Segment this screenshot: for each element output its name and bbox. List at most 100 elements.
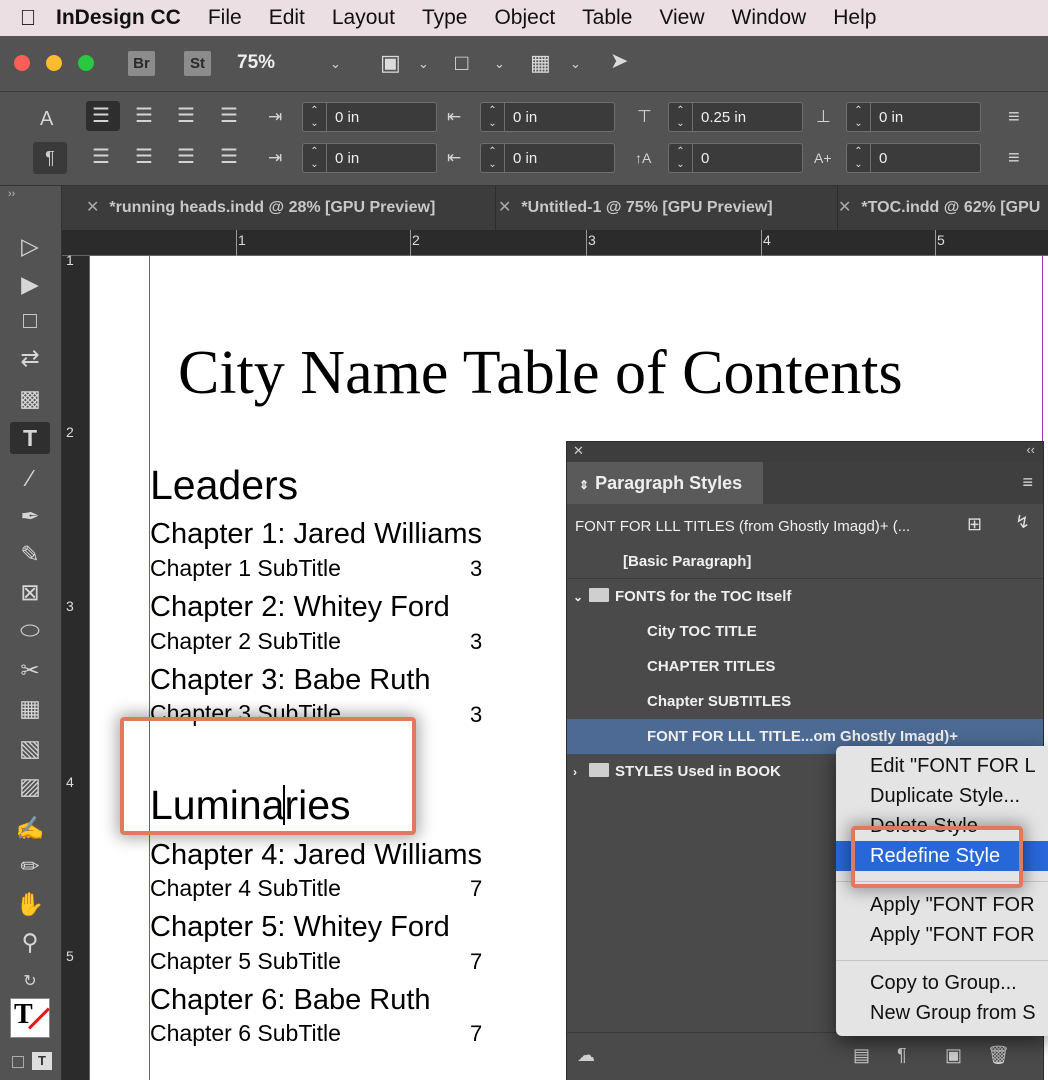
close-window-button[interactable]	[14, 55, 30, 71]
close-icon[interactable]: ✕	[573, 443, 584, 459]
gradient-feather-icon[interactable]: ▨	[10, 770, 50, 802]
eyedropper-icon[interactable]: ✏	[10, 850, 50, 882]
chapter-subtitle[interactable]: Chapter 2 SubTitle	[150, 628, 341, 655]
align-left-icon[interactable]: ☰	[92, 105, 110, 127]
page-number[interactable]: 3	[470, 556, 482, 582]
left-indent-field[interactable]: ⌃ ⌄ 0 in	[302, 102, 437, 132]
chapter-title[interactable]: Chapter 5: Whitey Ford	[150, 911, 450, 944]
vertical-ruler[interactable]: 1 2 3 4 5	[62, 252, 90, 1080]
right-indent-field[interactable]: ⌃ ⌄ 0 in	[480, 102, 615, 132]
align-towards-spine-icon[interactable]: ☰	[220, 105, 238, 127]
trash-icon[interactable]: 🗑	[987, 1045, 1010, 1066]
horizontal-ruler[interactable]: 1 2 3 4 5	[62, 230, 1048, 256]
last-line-indent-field[interactable]: ⌃ ⌄ 0 in	[480, 143, 615, 173]
menu-item-edit-style[interactable]: Edit "FONT FOR L	[836, 751, 1048, 781]
panel-menu-icon[interactable]: ≡	[1022, 472, 1033, 493]
close-icon[interactable]: ✕	[498, 199, 511, 216]
stepper-icon[interactable]: ⌃ ⌄	[481, 144, 505, 172]
chapter-subtitle[interactable]: Chapter 6 SubTitle	[150, 1020, 341, 1047]
style-chapter-subtitles[interactable]: Chapter SUBTITLES	[567, 684, 1043, 719]
note-tool-icon[interactable]: ✍	[10, 812, 50, 844]
menu-item-apply-style[interactable]: Apply "FONT FOR	[836, 890, 1048, 920]
zoom-window-button[interactable]	[78, 55, 94, 71]
tab-running-heads[interactable]: ✕ *running heads.indd @ 28% [GPU Preview]	[86, 186, 496, 230]
chevron-down-icon[interactable]: ⌄	[494, 56, 505, 72]
menu-file[interactable]: File	[208, 6, 242, 30]
menu-item-copy-to-group[interactable]: Copy to Group...	[836, 968, 1048, 998]
ellipse-tool-icon[interactable]: ⬭	[10, 614, 50, 646]
cloud-icon[interactable]: ☁	[577, 1045, 595, 1066]
space-before-field[interactable]: ⌃ ⌄ 0.25 in	[668, 102, 803, 132]
paragraph-mode-button[interactable]: ¶	[33, 142, 67, 174]
page-number[interactable]: 7	[470, 876, 482, 902]
tab-untitled-1[interactable]: ✕ *Untitled-1 @ 75% [GPU Preview]	[498, 186, 838, 230]
pencil-tool-icon[interactable]: ✎	[10, 538, 50, 570]
page-number[interactable]: 7	[470, 949, 482, 975]
selection-tool-icon[interactable]: ▷	[10, 230, 50, 262]
stepper-icon[interactable]: ⌃ ⌄	[303, 103, 327, 131]
chevron-down-icon[interactable]: ⌄	[573, 580, 589, 615]
chevron-down-icon[interactable]: ⌄	[418, 56, 429, 72]
pen-tool-icon[interactable]: ✒	[10, 500, 50, 532]
new-style-icon[interactable]: ▣	[945, 1045, 962, 1066]
menu-help[interactable]: Help	[833, 6, 876, 30]
close-icon[interactable]: ✕	[838, 199, 851, 216]
stepper-icon[interactable]: ⌃ ⌄	[481, 103, 505, 131]
arrange-documents-icon[interactable]: ▦	[530, 50, 551, 76]
stepper-icon[interactable]: ⌃ ⌄	[847, 103, 871, 131]
tab-toc[interactable]: ✕ *TOC.indd @ 62% [GPU	[838, 186, 1048, 230]
hand-tool-icon[interactable]: ✋	[10, 888, 50, 920]
apple-icon[interactable]: 	[0, 5, 56, 31]
line-tool-icon[interactable]: ∕	[10, 462, 50, 494]
bulleted-list-icon[interactable]: ≡	[1008, 106, 1020, 128]
chevron-down-icon[interactable]: ⌄	[570, 56, 581, 72]
chapter-subtitle[interactable]: Chapter 5 SubTitle	[150, 948, 341, 975]
menu-item-new-group-from-styles[interactable]: New Group from S	[836, 998, 1048, 1028]
gap-tool-icon[interactable]: ⇄	[10, 342, 50, 374]
menu-edit[interactable]: Edit	[269, 6, 305, 30]
swap-colors-icon[interactable]: ↻	[10, 966, 50, 998]
stepper-icon[interactable]: ⌃ ⌄	[669, 103, 693, 131]
publish-online-icon[interactable]: ➤	[610, 48, 628, 74]
direct-selection-tool-icon[interactable]: ▶	[10, 268, 50, 300]
stepper-icon[interactable]: ⌃ ⌄	[669, 144, 693, 172]
zoom-tool-icon[interactable]: ⚲	[10, 926, 50, 958]
stock-button[interactable]: St	[184, 51, 211, 76]
menu-item-duplicate-style[interactable]: Duplicate Style...	[836, 781, 1048, 811]
quick-apply-icon[interactable]: ↯	[1015, 512, 1030, 533]
numbered-list-icon[interactable]: ≡	[1008, 147, 1020, 169]
justify-center-icon[interactable]: ☰	[135, 146, 153, 168]
menu-layout[interactable]: Layout	[332, 6, 395, 30]
menu-object[interactable]: Object	[494, 6, 555, 30]
first-line-indent-field[interactable]: ⌃ ⌄ 0 in	[302, 143, 437, 173]
page-number[interactable]: 3	[470, 702, 482, 728]
page-number[interactable]: 3	[470, 629, 482, 655]
chapter-title[interactable]: Chapter 3: Babe Ruth	[150, 664, 431, 697]
rectangle-frame-icon[interactable]: ⊠	[10, 576, 50, 608]
zoom-level[interactable]: 75%	[237, 52, 275, 74]
menu-view[interactable]: View	[659, 6, 704, 30]
align-right-icon[interactable]: ☰	[177, 105, 195, 127]
create-style-group-icon[interactable]: ⊞	[967, 514, 982, 535]
normal-view-icon[interactable]	[12, 1056, 24, 1068]
chapter-subtitle[interactable]: Chapter 1 SubTitle	[150, 555, 341, 582]
gradient-swatch-icon[interactable]: ▧	[10, 732, 50, 764]
content-collector-icon[interactable]: ▩	[10, 382, 50, 414]
style-group-toc-fonts[interactable]: ⌄ FONTS for the TOC Itself	[567, 579, 1043, 614]
stepper-icon[interactable]: ⌃ ⌄	[847, 144, 871, 172]
clear-overrides-icon[interactable]: ¶	[897, 1045, 907, 1066]
drop-cap-chars-field[interactable]: ⌃ ⌄ 0	[846, 143, 981, 173]
justify-all-icon[interactable]: ☰	[177, 146, 195, 168]
bridge-button[interactable]: Br	[128, 51, 155, 76]
menu-app-name[interactable]: InDesign CC	[56, 6, 181, 30]
collapse-panel-icon[interactable]: ››	[8, 188, 15, 200]
style-chapter-titles[interactable]: CHAPTER TITLES	[567, 649, 1043, 684]
fill-stroke-swatch[interactable]: T	[10, 998, 50, 1038]
minimize-window-button[interactable]	[46, 55, 62, 71]
chapter-title[interactable]: Chapter 1: Jared Williams	[150, 518, 482, 551]
chevron-down-icon[interactable]: ⌄	[330, 56, 341, 72]
chapter-title[interactable]: Chapter 4: Jared Williams	[150, 839, 482, 872]
screen-mode-icon[interactable]: □	[455, 50, 468, 76]
justify-left-icon[interactable]: ☰	[92, 146, 110, 168]
menu-window[interactable]: Window	[732, 6, 807, 30]
